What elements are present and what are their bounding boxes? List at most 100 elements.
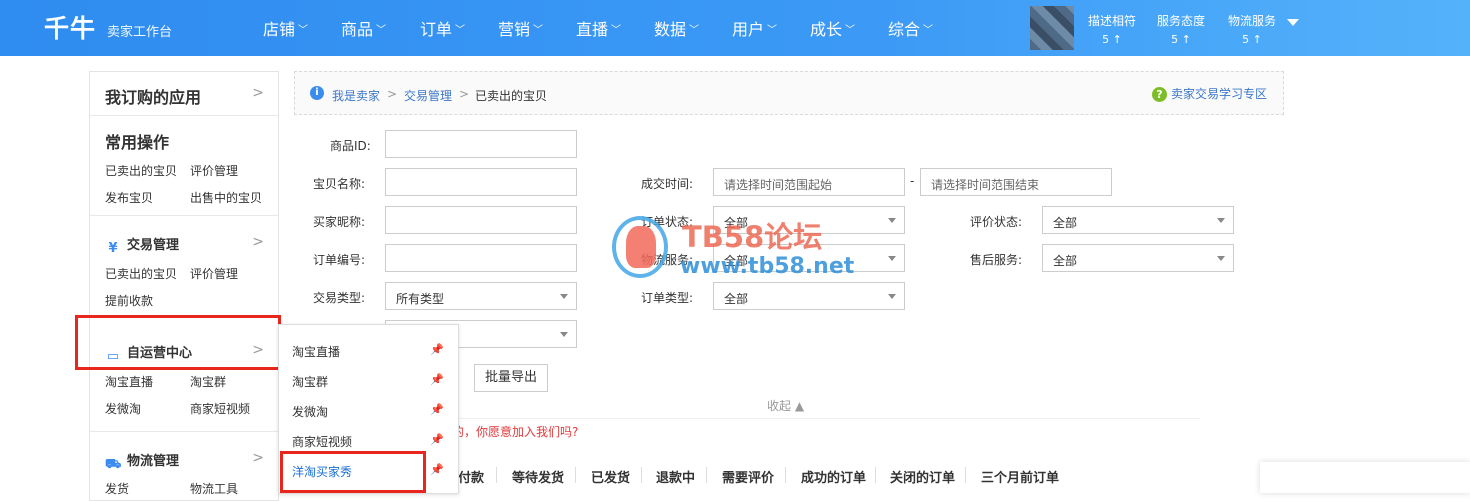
- breadcrumb-current: 已卖出的宝贝: [475, 89, 548, 103]
- floating-panel: [1260, 462, 1470, 493]
- nav-orders[interactable]: 订单 ﹀: [420, 16, 465, 40]
- tab-refunding[interactable]: 退款中: [656, 467, 695, 486]
- pin-icon[interactable]: 📌: [430, 343, 444, 356]
- chevron-down-icon: ﹀: [845, 25, 856, 36]
- nav-growth[interactable]: 成长 ﹀: [810, 16, 855, 40]
- breadcrumb: i 我是卖家 > 交易管理 > 已卖出的宝贝 ? 卖家交易学习专区: [294, 71, 1284, 115]
- chevron-down-icon: ﹀: [767, 25, 778, 36]
- sidebar-link-items-on-sale[interactable]: 出售中的宝贝: [190, 189, 262, 206]
- help-link[interactable]: ? 卖家交易学习专区: [1151, 85, 1267, 102]
- chevron-down-icon: ﹀: [611, 25, 622, 36]
- sidebar-subscribed-apps[interactable]: 我订购的应用 >: [90, 72, 278, 116]
- review-status-select[interactable]: 全部: [1042, 206, 1234, 234]
- tab-divider: [785, 467, 786, 483]
- product-id-input[interactable]: [385, 130, 577, 158]
- collapse-toggle[interactable]: 收起 ▲: [767, 397, 804, 414]
- label-order-no: 订单编号:: [313, 253, 366, 267]
- breadcrumb-trade[interactable]: 交易管理: [404, 87, 452, 104]
- sidebar-link-reviews[interactable]: 评价管理: [190, 162, 238, 179]
- order-type-select[interactable]: 全部: [713, 282, 905, 310]
- help-icon: ?: [1151, 87, 1167, 102]
- tab-divider: [706, 467, 707, 483]
- sidebar-link-weitao[interactable]: 发微淘: [105, 400, 141, 417]
- tab-shipped[interactable]: 已发货: [591, 467, 630, 486]
- order-no-input[interactable]: [385, 244, 577, 272]
- tab-awaiting-shipment[interactable]: 等待发货: [512, 467, 564, 486]
- dropdown-arrow-icon: [560, 332, 568, 337]
- tab-need-review[interactable]: 需要评价: [722, 467, 774, 486]
- flyout-item-taobao-group[interactable]: 淘宝群 📌: [279, 365, 458, 395]
- hand-logo-icon: [612, 216, 668, 278]
- nav-live[interactable]: 直播 ﹀: [576, 16, 621, 40]
- chevron-right-icon: >: [252, 85, 264, 101]
- export-button[interactable]: 批量导出: [474, 364, 548, 392]
- sidebar-link-early-payment[interactable]: 提前收款: [105, 292, 153, 309]
- label-order-type: 订单类型:: [641, 291, 694, 305]
- pin-icon[interactable]: 📌: [430, 463, 444, 476]
- tab-successful-orders[interactable]: 成功的订单: [801, 467, 866, 486]
- pin-icon[interactable]: 📌: [430, 403, 444, 416]
- chevron-right-icon[interactable]: >: [252, 450, 264, 466]
- highlight-box: [75, 315, 281, 370]
- tab-older-orders[interactable]: 三个月前订单: [981, 467, 1059, 486]
- highlight-box: [280, 451, 426, 493]
- flyout-item-taobao-live[interactable]: 淘宝直播 📌: [279, 335, 458, 365]
- tab-paid[interactable]: 付款: [458, 467, 484, 486]
- label-review-status: 评价状态:: [970, 215, 1023, 229]
- dropdown-arrow-icon: [1217, 218, 1225, 223]
- label-trade-type: 交易类型:: [313, 291, 366, 305]
- buyer-input[interactable]: [385, 206, 577, 234]
- sidebar-trade-title[interactable]: ¥ 交易管理: [105, 234, 179, 257]
- user-menu-dropdown-icon[interactable]: [1287, 19, 1299, 26]
- chevron-down-icon: ﹀: [689, 25, 700, 36]
- app-logo[interactable]: 千牛: [44, 9, 96, 45]
- breadcrumb-seller[interactable]: 我是卖家: [332, 87, 380, 104]
- deal-time-start-input[interactable]: 请选择时间范围起始: [713, 168, 905, 196]
- chevron-down-icon: ﹀: [376, 25, 387, 36]
- tab-divider: [965, 467, 966, 483]
- label-product-id: 商品ID:: [330, 139, 371, 153]
- nav-users[interactable]: 用户 ﹀: [732, 16, 777, 40]
- trade-type-select[interactable]: 所有类型: [385, 282, 577, 310]
- sidebar-logistics-title[interactable]: ⛟ 物流管理: [105, 450, 179, 473]
- sidebar: 我订购的应用 > 常用操作 已卖出的宝贝 评价管理 发布宝贝 出售中的宝贝 ¥ 交…: [89, 71, 279, 501]
- sidebar-trade-management: ¥ 交易管理 > 已卖出的宝贝 评价管理 提前收款: [90, 216, 278, 316]
- score-description: 描述相符 5 ↑: [1088, 14, 1137, 46]
- pin-icon[interactable]: 📌: [430, 373, 444, 386]
- pin-icon[interactable]: 📌: [430, 433, 444, 446]
- nav-shop[interactable]: 店铺 ﹀: [263, 16, 308, 40]
- sidebar-link-sold-items[interactable]: 已卖出的宝贝: [105, 265, 177, 282]
- flyout-item-weitao[interactable]: 发微淘 📌: [279, 395, 458, 425]
- sidebar-link-ship[interactable]: 发货: [105, 480, 129, 497]
- sidebar-link-sold-items[interactable]: 已卖出的宝贝: [105, 162, 177, 179]
- sidebar-link-short-video[interactable]: 商家短视频: [190, 400, 250, 417]
- sidebar-link-publish-item[interactable]: 发布宝贝: [105, 189, 153, 206]
- score-logistics: 物流服务 5 ↑: [1228, 14, 1277, 46]
- tab-divider: [575, 467, 576, 483]
- dropdown-arrow-icon: [888, 256, 896, 261]
- nav-data[interactable]: 数据 ﹀: [654, 16, 699, 40]
- truck-icon: ⛟: [105, 457, 122, 472]
- chevron-down-icon: ﹀: [298, 25, 309, 36]
- tab-closed-orders[interactable]: 关闭的订单: [890, 467, 955, 486]
- tab-divider: [875, 467, 876, 483]
- dropdown-arrow-icon: [560, 294, 568, 299]
- nav-products[interactable]: 商品 ﹀: [341, 16, 386, 40]
- sidebar-link-taobao-live[interactable]: 淘宝直播: [105, 373, 153, 390]
- label-deal-time: 成交时间:: [641, 177, 694, 191]
- notice-text: 的，你愿意加入我们吗?: [452, 425, 579, 439]
- sidebar-link-reviews[interactable]: 评价管理: [190, 265, 238, 282]
- after-sale-select[interactable]: 全部: [1042, 244, 1234, 272]
- tab-divider: [496, 467, 497, 483]
- score-service: 服务态度 5 ↑: [1157, 14, 1206, 46]
- sidebar-link-taobao-group[interactable]: 淘宝群: [190, 373, 226, 390]
- tab-divider: [641, 467, 642, 483]
- avatar[interactable]: [1030, 6, 1074, 50]
- sidebar-link-logistics-tools[interactable]: 物流工具: [190, 480, 238, 497]
- deal-time-end-input[interactable]: 请选择时间范围结束: [920, 168, 1112, 196]
- chevron-right-icon[interactable]: >: [252, 234, 264, 250]
- item-name-input[interactable]: [385, 168, 577, 196]
- nav-general[interactable]: 综合 ﹀: [888, 16, 933, 40]
- sidebar-logistics-management: ⛟ 物流管理 > 发货 物流工具: [90, 432, 278, 502]
- nav-marketing[interactable]: 营销 ﹀: [498, 16, 543, 40]
